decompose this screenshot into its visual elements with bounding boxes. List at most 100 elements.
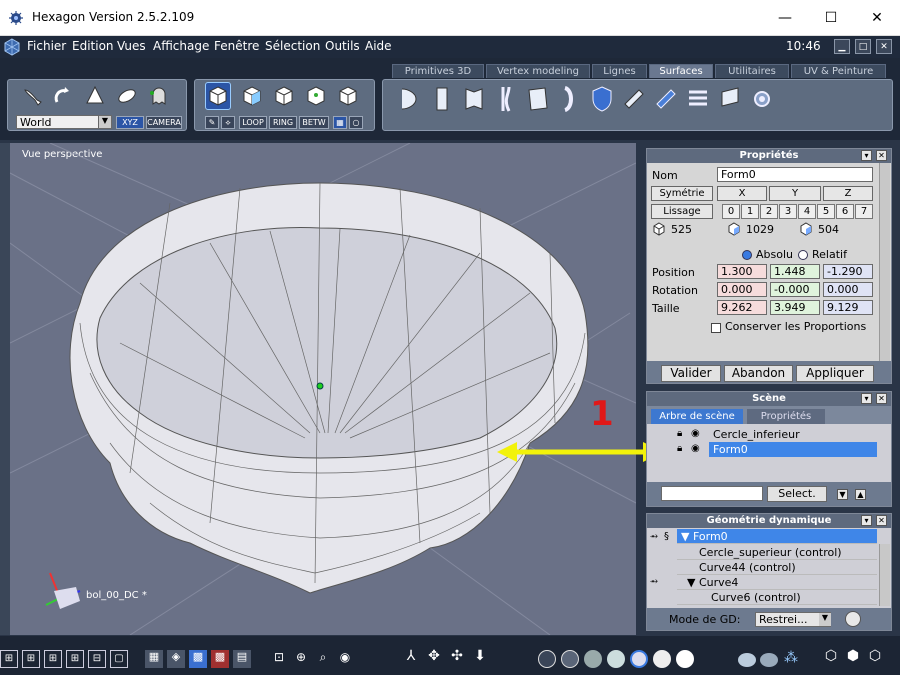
scene-up-icon[interactable]: ▲ (855, 489, 866, 500)
shaded-sphere-icon[interactable] (653, 650, 671, 668)
zoom-tool-button[interactable] (82, 82, 108, 110)
light-dish-icon[interactable] (760, 653, 778, 667)
cube-icon[interactable]: ⬢ (844, 648, 862, 668)
axis-icon[interactable]: ⅄ (402, 648, 420, 668)
menu-vues[interactable]: Vues (117, 39, 146, 53)
auto-select-button[interactable] (335, 82, 361, 110)
lissage-level-0[interactable]: 0 (722, 204, 740, 219)
chevron-down-icon[interactable]: ▼ (819, 613, 831, 626)
chain-icon[interactable]: § (664, 531, 669, 542)
camera-button[interactable]: CAMERA (146, 116, 182, 129)
brush-select-button[interactable]: ✎ (205, 116, 219, 129)
sym-y-button[interactable]: Y (769, 186, 821, 201)
betw-button[interactable]: BETW (299, 116, 329, 129)
loft-surface-icon[interactable] (429, 84, 455, 114)
tab-uv-peinture[interactable]: UV & Peinture (791, 64, 886, 78)
scene-item-cercle-inferieur[interactable]: Cercle_inferieur (713, 427, 879, 442)
tab-lignes[interactable]: Lignes (592, 64, 647, 78)
cube-icon[interactable]: ⬡ (866, 648, 884, 668)
gd-row-curve4[interactable]: ▼ Curve4 (677, 575, 877, 590)
snap-icon[interactable]: ⬇ (471, 648, 489, 668)
position-x-input[interactable]: 1.300 (717, 264, 767, 279)
scene-collapse-icon[interactable]: ▾ (861, 393, 872, 404)
conserver-checkbox[interactable] (711, 323, 721, 333)
orbit-tool-button[interactable] (114, 82, 140, 110)
curve-surface-icon[interactable] (557, 84, 583, 114)
panel-collapse-icon[interactable]: ▾ (861, 150, 872, 161)
app-close-button[interactable]: ✕ (876, 39, 892, 54)
symetrie-button[interactable]: Symétrie (651, 186, 713, 201)
maximize-button[interactable]: ☐ (808, 0, 854, 36)
ghost-tool-button[interactable] (146, 82, 172, 110)
lissage-level-4[interactable]: 4 (798, 204, 816, 219)
fit-view-icon[interactable]: ⊡ (270, 650, 288, 668)
absolu-radio[interactable] (742, 250, 752, 260)
position-y-input[interactable]: 1.448 (770, 264, 820, 279)
lock-icon[interactable]: 🔒︎ (677, 443, 682, 454)
lissage-level-1[interactable]: 1 (741, 204, 759, 219)
abandon-button[interactable]: Abandon (724, 365, 793, 382)
eye-icon[interactable]: ◉ (691, 443, 700, 454)
lissage-level-2[interactable]: 2 (760, 204, 778, 219)
gear-icon[interactable] (749, 84, 775, 114)
cube-icon[interactable]: ◈ (167, 650, 185, 668)
lathe-surface-icon[interactable] (493, 84, 519, 114)
loop-button[interactable]: LOOP (239, 116, 267, 129)
geometry-collapse-icon[interactable]: ▾ (861, 515, 872, 526)
bowl-mesh-render[interactable] (10, 143, 636, 635)
tab-vertex-modeling[interactable]: Vertex modeling (486, 64, 590, 78)
layout-single-icon[interactable]: ▢ (110, 650, 128, 668)
strip-surface-icon[interactable] (685, 84, 711, 114)
cube-icon[interactable]: ⬡ (822, 648, 840, 668)
shield-icon[interactable] (589, 84, 615, 114)
face-select-button[interactable] (239, 82, 265, 110)
rotation-y-input[interactable]: -0.000 (770, 282, 820, 297)
gd-row-curve6[interactable]: Curve6 (control) (677, 590, 877, 605)
eye-icon[interactable]: ◉ (336, 650, 354, 668)
bevel-surface-icon[interactable] (621, 84, 647, 114)
tab-arbre-de-scene[interactable]: Arbre de scène (651, 409, 743, 424)
geometry-close-icon[interactable]: ✕ (876, 515, 887, 526)
mode-gd-toggle[interactable] (845, 611, 861, 627)
close-button[interactable]: ✕ (854, 0, 900, 36)
scene-close-icon[interactable]: ✕ (876, 393, 887, 404)
lissage-level-5[interactable]: 5 (817, 204, 835, 219)
sweep-surface-icon[interactable] (397, 84, 423, 114)
table-icon[interactable]: ▤ (233, 650, 251, 668)
layout-split-icon[interactable]: ⊞ (66, 650, 84, 668)
tab-surfaces[interactable]: Surfaces (649, 64, 713, 78)
nom-input[interactable]: Form0 (717, 167, 873, 182)
menu-selection[interactable]: Sélection (265, 39, 320, 53)
link-icon[interactable]: ⥇ (650, 531, 658, 542)
lissage-level-3[interactable]: 3 (779, 204, 797, 219)
taille-z-input[interactable]: 9.129 (823, 300, 873, 315)
lissage-button[interactable]: Lissage (651, 204, 713, 219)
geometry-scrollbar[interactable] (879, 544, 890, 606)
scene-search-input[interactable] (661, 486, 763, 501)
checker-icon[interactable]: ▩ (189, 650, 207, 668)
menu-edition[interactable]: Edition (72, 39, 114, 53)
blend-surface-icon[interactable] (717, 84, 743, 114)
minimize-button[interactable]: — (762, 0, 808, 36)
wireframe-sphere-icon[interactable] (538, 650, 556, 668)
layout-split-icon[interactable]: ⊟ (88, 650, 106, 668)
tab-utilitaires[interactable]: Utilitaires (715, 64, 789, 78)
app-maximize-button[interactable]: □ (855, 39, 871, 54)
circle-toggle-button[interactable]: ○ (349, 116, 363, 129)
scene-item-form0[interactable]: Form0 (709, 442, 877, 457)
lissage-level-6[interactable]: 6 (836, 204, 854, 219)
light-dish-icon[interactable] (738, 653, 756, 667)
extrude-surface-icon[interactable] (461, 84, 487, 114)
tab-scene-proprietes[interactable]: Propriétés (747, 409, 825, 424)
edge-select-button[interactable] (271, 82, 297, 110)
object-select-button[interactable] (205, 82, 231, 110)
layout-split-icon[interactable]: ⊞ (22, 650, 40, 668)
lock-icon[interactable]: 🔒︎ (677, 428, 682, 439)
chevron-down-icon[interactable]: ▼ (98, 116, 111, 128)
bright-sphere-icon[interactable] (676, 650, 694, 668)
properties-scrollbar[interactable] (879, 163, 890, 361)
gd-row-curve44[interactable]: Curve44 (control) (677, 560, 877, 575)
taille-x-input[interactable]: 9.262 (717, 300, 767, 315)
menu-fenetre[interactable]: Fenêtre (214, 39, 259, 53)
menu-outils[interactable]: Outils (325, 39, 360, 53)
